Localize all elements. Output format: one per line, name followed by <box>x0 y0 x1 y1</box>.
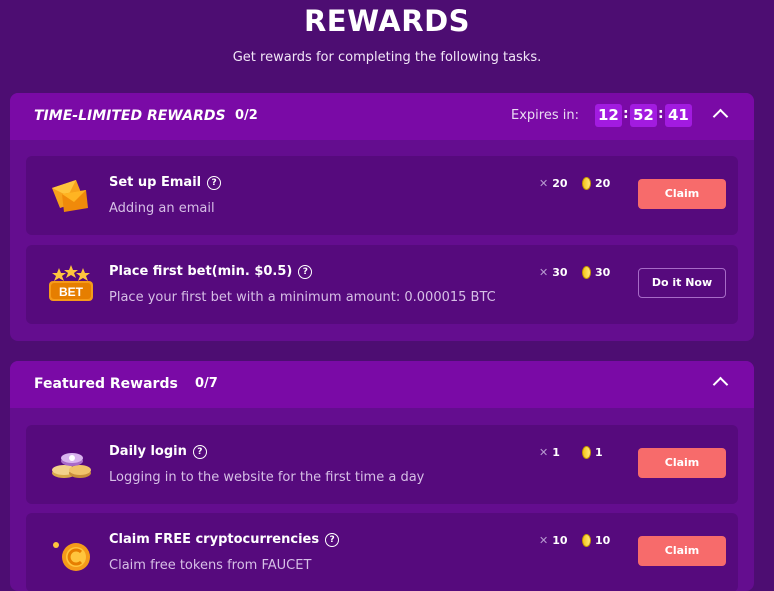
timer-hours: 12 <box>595 104 622 127</box>
coin-reward: 10 <box>582 534 610 547</box>
bet-badge-icon: BET <box>46 263 96 305</box>
do-it-now-button[interactable]: Do it Now <box>638 268 726 298</box>
featured-panel: Featured Rewards 0/7 Daily login? Loggin… <box>10 361 754 591</box>
time-limited-count: 0/2 <box>235 108 258 123</box>
task-title: Daily login? <box>109 444 207 459</box>
task-description: Claim free tokens from FAUCET <box>109 558 312 573</box>
task-card-claim-free-crypto: Claim FREE cryptocurrencies? Claim free … <box>26 513 738 591</box>
featured-header[interactable]: Featured Rewards 0/7 <box>10 361 754 408</box>
svg-text:BET: BET <box>59 285 84 299</box>
help-icon[interactable]: ? <box>207 176 222 190</box>
task-title: Place first bet(min. $0.5)? <box>109 264 313 279</box>
task-card-daily-login: Daily login? Logging in to the website f… <box>26 425 738 504</box>
timer-minutes: 52 <box>630 104 657 127</box>
time-limited-panel: TIME-LIMITED REWARDS 0/2 Expires in: 12 … <box>10 93 754 341</box>
collapse-chevron-icon[interactable] <box>712 376 729 393</box>
task-card-first-bet: BET Place first bet(min. $0.5)? Place yo… <box>26 245 738 324</box>
timer-separator: : <box>623 106 629 122</box>
task-description: Adding an email <box>109 201 215 216</box>
featured-count: 0/7 <box>195 376 218 391</box>
page-subtitle: Get rewards for completing the following… <box>232 50 542 65</box>
expires-label: Expires in: <box>511 108 579 123</box>
coin-icon <box>582 177 591 190</box>
xp-reward: ✕ 10 <box>539 534 568 547</box>
page-title: REWARDS <box>303 4 471 38</box>
featured-title: Featured Rewards <box>34 376 178 392</box>
timer-separator: : <box>658 106 664 122</box>
xp-icon: ✕ <box>539 446 549 459</box>
coin-icon <box>582 534 591 547</box>
claim-button[interactable]: Claim <box>638 536 726 566</box>
xp-icon: ✕ <box>539 177 549 190</box>
time-limited-title: TIME-LIMITED REWARDS <box>34 108 226 124</box>
envelope-icon <box>46 174 96 216</box>
claim-button[interactable]: Claim <box>638 448 726 478</box>
xp-reward: ✕ 30 <box>539 266 568 279</box>
task-description: Logging in to the website for the first … <box>109 470 425 485</box>
task-title: Claim FREE cryptocurrencies? <box>109 532 340 547</box>
xp-icon: ✕ <box>539 266 549 279</box>
task-description: Place your first bet with a minimum amou… <box>109 290 496 305</box>
casino-chips-icon <box>46 443 96 485</box>
coin-reward: 20 <box>582 177 610 190</box>
help-icon[interactable]: ? <box>325 533 340 547</box>
time-limited-header[interactable]: TIME-LIMITED REWARDS 0/2 Expires in: 12 … <box>10 93 754 140</box>
xp-icon: ✕ <box>539 534 549 547</box>
coin-icon <box>582 266 591 279</box>
help-icon[interactable]: ? <box>192 445 207 459</box>
help-icon[interactable]: ? <box>298 265 313 279</box>
faucet-coin-icon <box>46 531 96 573</box>
task-title: Set up Email? <box>109 175 222 190</box>
coin-icon <box>582 446 591 459</box>
xp-reward: ✕ 1 <box>539 446 560 459</box>
coin-reward: 1 <box>582 446 603 459</box>
claim-button[interactable]: Claim <box>638 179 726 209</box>
task-card-setup-email: Set up Email? Adding an email ✕ 20 20 Cl… <box>26 156 738 235</box>
xp-reward: ✕ 20 <box>539 177 568 190</box>
coin-reward: 30 <box>582 266 610 279</box>
collapse-chevron-icon[interactable] <box>712 108 729 125</box>
timer-seconds: 41 <box>665 104 692 127</box>
